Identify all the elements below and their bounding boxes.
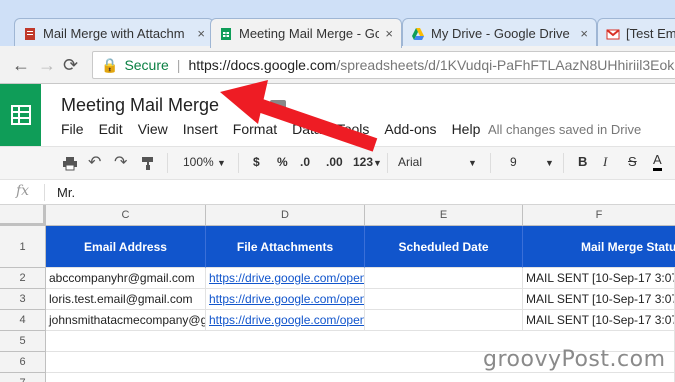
row-header[interactable]: 6: [0, 352, 46, 373]
tab-strip: Mail Merge with Attachm × Meeting Mail M…: [0, 0, 675, 48]
formula-input[interactable]: Mr.: [57, 185, 75, 200]
tab-title: [Test Ema: [626, 26, 675, 41]
column-header-c[interactable]: C: [46, 205, 206, 226]
email-cell[interactable]: abccompanyhr@gmail.com: [46, 268, 206, 289]
menu-edit[interactable]: Edit: [99, 121, 123, 137]
tab-close-icon[interactable]: ×: [197, 26, 205, 41]
toolbar-divider: [563, 153, 564, 173]
bold-button[interactable]: B: [578, 154, 587, 169]
file-attachment-link[interactable]: https://drive.google.com/open?: [206, 310, 365, 331]
tab-close-icon[interactable]: ×: [385, 26, 393, 41]
forward-arrow-icon[interactable]: →: [38, 55, 56, 76]
sheets-favicon-icon: [221, 27, 231, 40]
print-icon[interactable]: [62, 156, 78, 171]
column-header-f[interactable]: F: [523, 205, 675, 226]
font-select[interactable]: Arial: [398, 155, 422, 169]
menu-view[interactable]: View: [138, 121, 168, 137]
italic-button[interactable]: I: [603, 154, 607, 170]
sheets-logo[interactable]: [0, 84, 41, 146]
file-attachment-link[interactable]: https://drive.google.com/open?: [206, 289, 365, 310]
sheets-logo-icon: [10, 105, 31, 125]
url-host: https://docs.google.com: [188, 57, 337, 73]
tab-title: My Drive - Google Drive: [431, 26, 570, 41]
document-title[interactable]: Meeting Mail Merge: [61, 95, 219, 116]
docs-favicon-icon: [25, 27, 35, 40]
header-cell-file-attachments[interactable]: File Attachments: [206, 226, 365, 268]
address-bar[interactable]: 🔒 Secure | https://docs.google.com /spre…: [92, 51, 675, 79]
chevron-down-icon: ▼: [545, 158, 554, 168]
row-header[interactable]: 2: [0, 268, 46, 289]
scheduled-date-cell[interactable]: [365, 310, 523, 331]
toolbar-divider: [490, 153, 491, 173]
status-cell[interactable]: MAIL SENT [10-Sep-17 3:07: [523, 268, 675, 289]
email-cell[interactable]: johnsmithatacmecompany@g: [46, 310, 206, 331]
scheduled-date-cell[interactable]: [365, 289, 523, 310]
status-cell[interactable]: MAIL SENT [10-Sep-17 3:07: [523, 310, 675, 331]
tab-title: Mail Merge with Attachm: [43, 26, 185, 41]
tab-google-drive[interactable]: My Drive - Google Drive ×: [402, 18, 597, 48]
tab-close-icon[interactable]: ×: [580, 26, 588, 41]
drive-favicon-icon: [412, 27, 424, 40]
status-cell[interactable]: MAIL SENT [10-Sep-17 3:07: [523, 289, 675, 310]
row-header[interactable]: 5: [0, 331, 46, 352]
header-cell-mail-merge-status[interactable]: Mail Merge Status: [523, 226, 675, 268]
back-arrow-icon[interactable]: ←: [12, 55, 30, 76]
tab-gmail[interactable]: [Test Ema: [597, 18, 675, 48]
row-header[interactable]: 7: [0, 373, 46, 382]
email-cell[interactable]: loris.test.email@gmail.com: [46, 289, 206, 310]
menu-help[interactable]: Help: [452, 121, 481, 137]
scheduled-date-cell[interactable]: [365, 268, 523, 289]
header-cell-scheduled-date[interactable]: Scheduled Date: [365, 226, 523, 268]
lock-icon: 🔒: [101, 56, 119, 73]
menu-file[interactable]: File: [61, 121, 84, 137]
column-header-e[interactable]: E: [365, 205, 523, 226]
row-header[interactable]: 3: [0, 289, 46, 310]
text-color-button[interactable]: A: [653, 152, 662, 171]
screenshot: Mail Merge with Attachm × Meeting Mail M…: [0, 0, 675, 382]
formula-divider: [44, 184, 45, 201]
redo-icon[interactable]: ↷: [114, 152, 127, 172]
paint-format-icon[interactable]: [141, 156, 155, 171]
fx-icon: fx: [16, 183, 30, 199]
file-attachment-link[interactable]: https://drive.google.com/open?: [206, 268, 365, 289]
watermark: groovyPost.com: [483, 347, 666, 372]
gmail-favicon-icon: [606, 28, 620, 39]
toolbar-divider: [167, 153, 168, 173]
annotation-arrow-icon: [220, 80, 378, 152]
empty-row[interactable]: [46, 373, 675, 382]
url-path: /spreadsheets/d/1KVudqi-PaFhFTLAazN8UHhi…: [336, 57, 675, 73]
font-size-select[interactable]: 9: [510, 155, 517, 169]
chevron-down-icon: ▼: [468, 158, 477, 168]
tab-meeting-mail-merge[interactable]: Meeting Mail Merge - Go ×: [210, 18, 402, 48]
tab-mail-merge-attachments[interactable]: Mail Merge with Attachm ×: [14, 18, 214, 48]
select-all-corner[interactable]: [0, 205, 46, 226]
secure-label: Secure: [124, 57, 169, 73]
address-separator: |: [176, 57, 181, 73]
column-header-d[interactable]: D: [206, 205, 365, 226]
save-status: All changes saved in Drive: [488, 122, 642, 137]
header-cell-email-address[interactable]: Email Address: [46, 226, 206, 268]
row-header[interactable]: 4: [0, 310, 46, 331]
strikethrough-button[interactable]: S: [628, 154, 637, 169]
browser-toolbar: ← → ⟳ 🔒 Secure | https://docs.google.com…: [0, 46, 675, 84]
tab-title: Meeting Mail Merge - Go: [239, 26, 380, 41]
menu-add-ons[interactable]: Add-ons: [384, 121, 436, 137]
formula-bar: fx Mr.: [0, 180, 675, 205]
undo-icon[interactable]: ↶: [88, 152, 101, 172]
row-header-1[interactable]: 1: [0, 226, 46, 268]
reload-icon[interactable]: ⟳: [63, 55, 78, 76]
